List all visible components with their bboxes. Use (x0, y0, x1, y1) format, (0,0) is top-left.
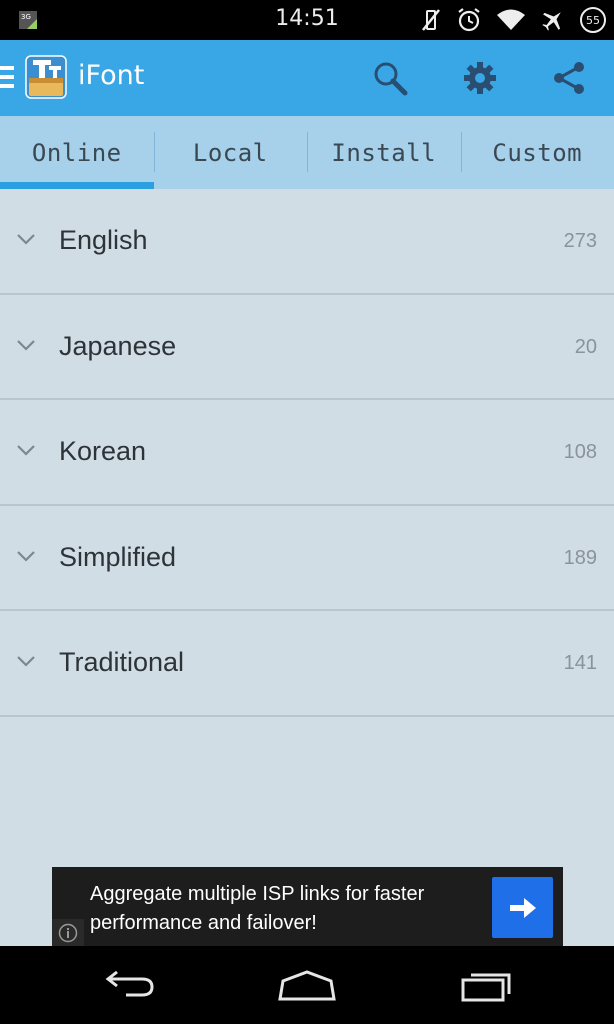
list-item-simplified[interactable]: Simplified 189 (0, 506, 614, 611)
category-count: 141 (563, 652, 597, 674)
tab-custom[interactable]: Custom (460, 116, 614, 189)
arrow-right-icon (509, 897, 536, 918)
ad-info-icon[interactable] (52, 919, 84, 947)
home-button[interactable] (272, 968, 342, 1004)
list-item-english[interactable]: English 273 (0, 189, 614, 295)
chevron-down-icon (17, 550, 35, 562)
list-item-korean[interactable]: Korean 108 (0, 400, 614, 506)
chevron-down-icon (17, 656, 35, 667)
font-category-list: English 273 Japanese 20 Korean 108 Simpl… (0, 189, 614, 946)
ad-text: Aggregate multiple ISP links for faster … (90, 883, 425, 934)
chevron-down-icon (17, 234, 35, 245)
list-item-traditional[interactable]: Traditional 141 (0, 611, 614, 717)
share-icon (554, 62, 584, 94)
home-icon (278, 970, 336, 1001)
battery-level: 55 (586, 13, 600, 27)
recents-icon (461, 973, 511, 1002)
recents-button[interactable] (452, 968, 522, 1004)
ad-banner[interactable]: Aggregate multiple ISP links for faster … (52, 867, 563, 947)
settings-gear-icon (464, 62, 496, 94)
category-count: 20 (574, 335, 597, 358)
category-count: 273 (563, 230, 597, 252)
airplane-icon (542, 12, 561, 31)
category-label: Japanese (59, 330, 177, 361)
wifi-icon (497, 9, 525, 30)
navigation-bar (0, 946, 614, 1024)
alarm-icon (458, 8, 480, 32)
category-label: Simplified (59, 541, 177, 572)
category-label: Korean (59, 436, 147, 466)
category-count: 108 (563, 441, 597, 463)
app-title: iFont (78, 60, 145, 91)
category-label: Traditional (59, 647, 185, 677)
category-label: English (59, 225, 148, 255)
settings-button[interactable] (460, 58, 500, 98)
tab-online[interactable]: Online (0, 116, 154, 189)
app-logo-icon[interactable] (24, 54, 68, 100)
search-icon (374, 62, 408, 96)
chevron-down-icon (17, 445, 35, 456)
share-button[interactable] (549, 58, 589, 98)
chevron-down-icon (17, 339, 35, 351)
status-bar: 3G 14:51 55 (0, 0, 614, 40)
drawer-menu-icon[interactable] (0, 62, 16, 92)
tab-bar: Online Local Install Custom (0, 116, 614, 189)
vibrate-off-icon (422, 9, 440, 31)
back-button[interactable] (93, 968, 163, 1004)
tab-install[interactable]: Install (307, 116, 461, 189)
back-icon (105, 971, 154, 997)
battery-icon: 55 (580, 7, 606, 33)
list-item-japanese[interactable]: Japanese 20 (0, 295, 614, 400)
action-bar: iFont (0, 40, 614, 116)
tab-local[interactable]: Local (153, 116, 308, 189)
search-button[interactable] (370, 58, 410, 98)
category-count: 189 (563, 546, 597, 569)
ad-go-button[interactable] (492, 877, 553, 938)
